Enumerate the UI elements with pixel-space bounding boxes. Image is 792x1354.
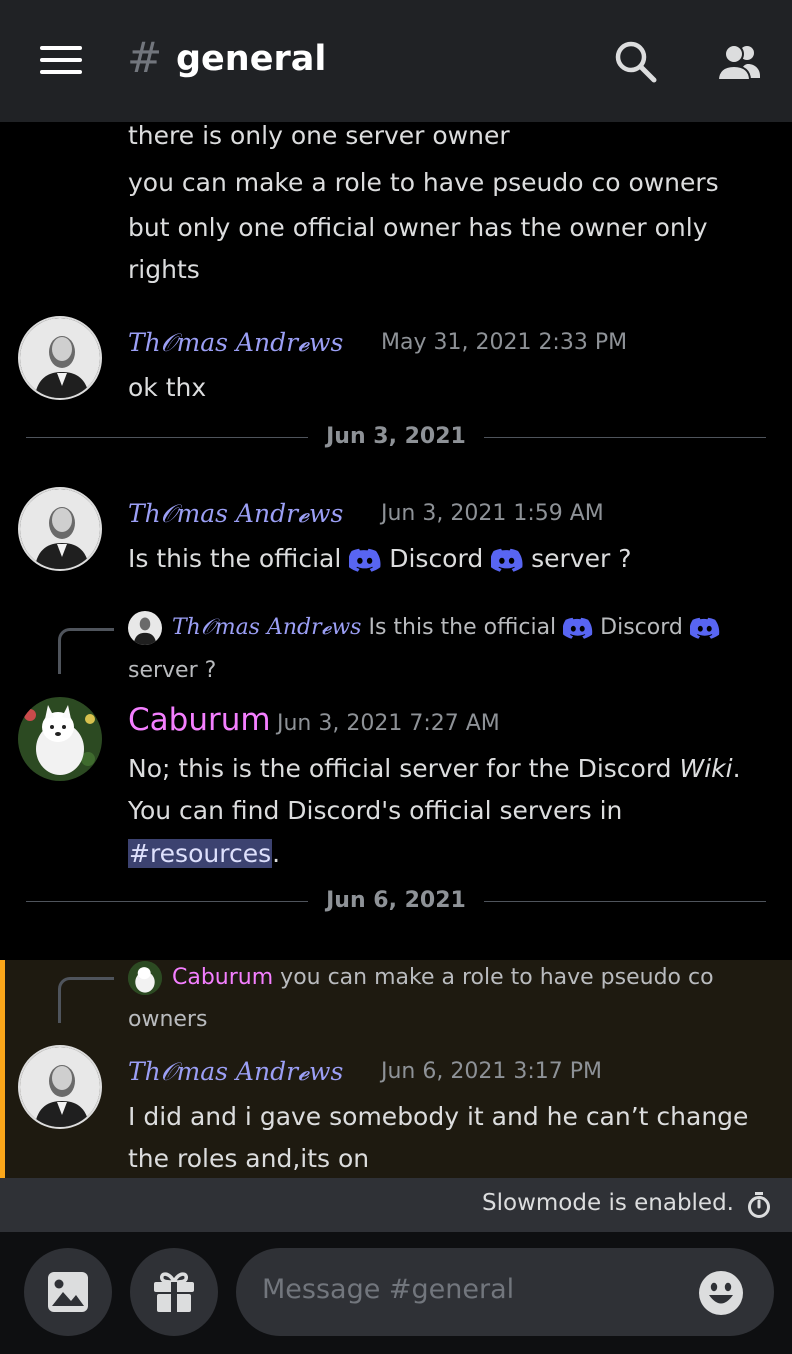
reply-author: Caburum: [172, 965, 274, 990]
message-input-placeholder: Message #general: [262, 1274, 515, 1305]
message-author[interactable]: Th𝒪mas Andr𝓮ws: [128, 499, 343, 529]
channel-mention-resources[interactable]: #resources: [128, 839, 273, 868]
message-text: the roles and,its on: [128, 1144, 370, 1173]
message-timestamp: Jun 3, 2021 1:59 AM: [381, 501, 604, 526]
message-line: but only one official owner has the owne…: [128, 213, 708, 242]
stopwatch-icon: [748, 1192, 770, 1218]
reply-connector: [58, 977, 114, 1023]
message-text: #resources.: [128, 839, 281, 868]
avatar-thomas[interactable]: [18, 1045, 102, 1129]
message-line: you can make a role to have pseudo co ow…: [128, 168, 719, 197]
members-icon[interactable]: [714, 38, 762, 86]
slowmode-bar: Slowmode is enabled.: [0, 1178, 792, 1232]
message-text: ok thx: [128, 373, 207, 402]
avatar-thomas[interactable]: [18, 316, 102, 400]
channel-name[interactable]: general: [176, 40, 326, 79]
message-timestamp: Jun 3, 2021 7:27 AM: [277, 711, 500, 736]
date-divider: Jun 3, 2021: [26, 423, 766, 451]
reply-preview[interactable]: Th𝒪mas Andr𝓮ws Is this the official Disc…: [172, 611, 720, 645]
discord-logo-icon: [491, 548, 523, 572]
image-icon: [48, 1272, 88, 1312]
reply-preview-cont: owners: [128, 1007, 208, 1032]
hamburger-icon[interactable]: [40, 46, 82, 76]
discord-logo-icon: [563, 617, 593, 639]
reply-avatar-caburum: [128, 961, 162, 995]
date-divider-label: Jun 3, 2021: [308, 424, 484, 449]
attach-image-button[interactable]: [24, 1248, 112, 1336]
search-icon[interactable]: [612, 38, 660, 86]
date-divider: Jun 6, 2021: [26, 887, 766, 915]
avatar-caburum[interactable]: [18, 697, 102, 781]
date-divider-label: Jun 6, 2021: [308, 888, 484, 913]
reply-connector: [58, 628, 114, 674]
gift-button[interactable]: [130, 1248, 218, 1336]
discord-logo-icon: [349, 548, 381, 572]
message-timestamp: May 31, 2021 2:33 PM: [381, 330, 628, 355]
reply-avatar-thomas: [128, 611, 162, 645]
avatar-thomas[interactable]: [18, 487, 102, 571]
message-text: I did and i gave somebody it and he can’…: [128, 1102, 749, 1131]
message-line: rights: [128, 255, 200, 284]
message-composer: Message #general: [0, 1232, 792, 1354]
message-text: No; this is the official server for the …: [128, 754, 741, 783]
reply-preview-cont: server ?: [128, 658, 217, 683]
message-author[interactable]: Caburum: [128, 702, 271, 738]
message-author[interactable]: Th𝒪mas Andr𝓮ws: [128, 1057, 343, 1087]
message-author[interactable]: Th𝒪mas Andr𝓮ws: [128, 328, 343, 358]
message-list[interactable]: there is only one server owner you can m…: [0, 122, 792, 1178]
gift-icon: [154, 1272, 194, 1312]
emoji-icon[interactable]: [698, 1270, 744, 1316]
channel-hash-icon: #: [127, 33, 163, 82]
reply-preview[interactable]: Caburum you can make a role to have pseu…: [172, 961, 714, 995]
discord-logo-icon: [689, 617, 720, 639]
message-timestamp: Jun 6, 2021 3:17 PM: [381, 1059, 602, 1084]
reply-author: Th𝒪mas Andr𝓮ws: [172, 615, 362, 640]
message-text: Is this the official Discord server ?: [128, 544, 632, 573]
message-line: there is only one server owner: [128, 122, 510, 150]
message-text: You can find Discord's official servers …: [128, 796, 623, 825]
channel-header: # general: [0, 0, 792, 122]
slowmode-text: Slowmode is enabled.: [482, 1190, 734, 1216]
message-input[interactable]: Message #general: [236, 1248, 774, 1336]
